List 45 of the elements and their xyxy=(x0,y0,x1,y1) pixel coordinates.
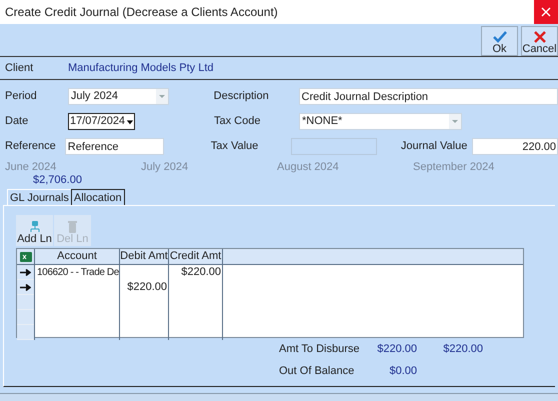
column-header[interactable]: Debit Amt xyxy=(120,249,169,264)
cancel-button[interactable]: Cancel xyxy=(521,26,558,56)
month-label: July 2024 xyxy=(141,161,190,174)
total-label: Amt To Disburse xyxy=(279,343,360,356)
table-cell: 106620 - - Trade De xyxy=(37,267,119,278)
field-label: Reference xyxy=(5,139,57,154)
description-field[interactable]: Credit Journal Description xyxy=(298,88,558,105)
total-value: $220.00 xyxy=(376,343,417,356)
column-header[interactable]: Account xyxy=(35,249,120,264)
total-value: $220.00 xyxy=(442,343,483,356)
total-label: Out Of Balance xyxy=(279,365,356,378)
total-value: $0.00 xyxy=(388,365,417,378)
month-label: September 2024 xyxy=(413,161,496,174)
column-header[interactable]: Credit Amt xyxy=(169,249,223,264)
month-amount: $2,706.00 xyxy=(32,174,83,187)
tab[interactable]: Allocation xyxy=(70,189,125,205)
field-label: Description xyxy=(214,89,270,104)
ok-button[interactable]: Ok xyxy=(481,26,518,56)
field-label: Tax Code xyxy=(214,114,262,130)
window-title: Create Credit Journal (Decrease a Clients Account) xyxy=(4,4,278,21)
month-label: August 2024 xyxy=(277,161,340,174)
excel-icon[interactable] xyxy=(20,252,32,262)
tab[interactable]: GL Journals xyxy=(7,189,71,205)
period-dropdown[interactable]: July 2024 xyxy=(68,88,169,105)
field-label: Journal Value xyxy=(400,139,468,154)
close-icon xyxy=(534,31,546,43)
client-name: Manufacturing Models Pty Ltd xyxy=(68,60,214,76)
tax-code-dropdown[interactable]: *NONE* xyxy=(299,113,462,130)
table-cell: $220.00 xyxy=(181,266,221,278)
arrow-right-icon xyxy=(20,268,31,276)
arrow-right-icon xyxy=(20,284,31,290)
field-label: Period xyxy=(5,89,38,104)
field-label: Tax Value xyxy=(210,139,260,154)
client-label: Client xyxy=(4,60,34,76)
table-cell: $220.00 xyxy=(127,281,167,293)
add-line-button[interactable]: Add Ln xyxy=(16,215,53,246)
close-button[interactable] xyxy=(534,0,558,24)
trash-icon xyxy=(68,221,77,233)
date-picker[interactable]: 17/07/2024 xyxy=(68,113,135,130)
check-icon xyxy=(492,31,506,43)
month-label: June 2024 xyxy=(5,161,58,174)
journal-value-field[interactable]: 220.00 xyxy=(472,138,558,155)
close-icon xyxy=(541,7,551,17)
field-label: Date xyxy=(5,114,30,130)
reference-field[interactable]: Reference xyxy=(64,138,164,155)
